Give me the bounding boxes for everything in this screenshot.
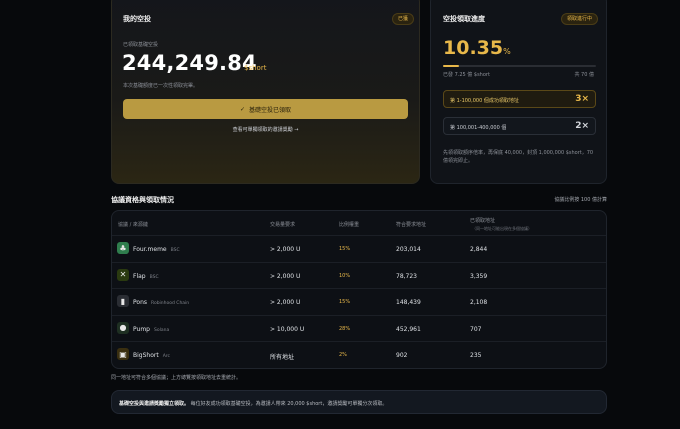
protocol-table: 協議 / 來源鏈 交易量要求 比例權重 符合要求地址 已領取地址 （同一地址可能… [111, 210, 607, 369]
bottom-info-banner: 基礎空投與邀請獎勵獨立領取。 每位好友成功領取基礎空投，為邀請人帶來 20,00… [111, 390, 607, 414]
airdrop-amount: 244,249.84 [122, 51, 257, 75]
check-icon: ✓ [239, 105, 245, 113]
volume-requirement: > 2,000 U [270, 272, 301, 280]
claimed-count: 2,844 [470, 246, 488, 253]
protocol-name: Flap BSC [133, 272, 159, 280]
protocol-name: Pump Solana [133, 325, 170, 333]
protocol-name: Four.meme BSC [133, 246, 180, 253]
pons-icon: ▮ [117, 295, 129, 307]
invite-rewards-link[interactable]: 查看可單獨領取的邀請獎勵 → [112, 126, 419, 133]
progress-bar-fill [443, 65, 459, 67]
bottom-info-bold: 基礎空投與邀請獎勵獨立領取。 [119, 401, 190, 407]
table-row: ✕ Flap BSC > 2,000 U 10% 78,723 3,359 [112, 261, 606, 288]
protocol-chain: BSC [170, 248, 180, 253]
arrow-right-icon: → [294, 127, 299, 133]
airdrop-title: 我的空投 [123, 15, 151, 23]
claimed-label: 已領取基礎空投 [123, 42, 159, 48]
claimed-button[interactable]: ✓ 基礎空投已領取 [123, 99, 408, 119]
airdrop-status-badge: 已獲 [392, 13, 415, 25]
airdrop-unit: $short [244, 64, 267, 72]
airdrop-note: 本次基礎額度已一次性領取完畢。 [123, 83, 199, 89]
progress-bar [443, 65, 596, 67]
protocol-chain: Solana [153, 327, 170, 333]
volume-requirement: 所有地址 [270, 354, 295, 361]
tier-2-multiplier: 2× [575, 121, 589, 131]
invite-link-label: 查看可單獨領取的邀請獎勵 [232, 127, 293, 133]
table-row: ♣ Four.meme BSC > 2,000 U 15% 203,014 2,844 [112, 235, 606, 261]
protocol-chain: BSC [149, 274, 159, 280]
progress-note: 先領領取額序倍率，再保底 40,000，封頂 1,000,000 $short，… [443, 150, 594, 164]
weight: 28% [339, 325, 351, 332]
claimed-count: 3,359 [470, 272, 488, 280]
tier-1-label: 第 1-100,000 個成功領取地址 [450, 98, 519, 104]
tier-1: 第 1-100,000 個成功領取地址 3× [443, 90, 596, 108]
tier-1-multiplier: 3× [575, 94, 589, 104]
protocol-chain: Arc [162, 354, 171, 359]
header-protocol: 協議 / 來源鏈 [118, 222, 148, 228]
progress-percent-value: 10.35 [443, 37, 504, 59]
progress-percent: 10.35% [443, 37, 511, 59]
my-airdrop-card: 我的空投 已獲 已領取基礎空投 244,249.84 $short 本次基礎額度… [111, 0, 420, 184]
protocol-name: BigShort Arc [133, 352, 171, 359]
tier-2-label: 第 100,001-400,000 個 [450, 125, 507, 131]
weight: 2% [339, 352, 347, 358]
eligible-count: 902 [396, 352, 408, 359]
progress-total-text: 共 70 億 [574, 72, 594, 78]
bottom-info-text: 基礎空投與邀請獎勵獨立領取。 每位好友成功領取基礎空投，為邀請人帶來 20,00… [119, 400, 387, 407]
volume-requirement: > 2,000 U [270, 299, 301, 306]
section-ratio-note: 協議比例按 100 億計算 [554, 197, 607, 203]
frog-icon: ♣ [117, 242, 129, 254]
header-volume-requirement: 交易量要求 [270, 222, 296, 228]
claimed-button-label: 基礎空投已領取 [249, 106, 292, 114]
volume-requirement: > 2,000 U [270, 246, 301, 253]
table-row: ▣ BigShort Arc 所有地址 2% 902 235 [112, 341, 606, 367]
claim-progress-card: 空投領取進度 領取進行中 10.35% 已發 7.25 億 $short 共 7… [430, 0, 607, 184]
pill-icon: ● [117, 321, 129, 334]
claimed-count: 235 [470, 352, 482, 359]
header-weight: 比例權重 [339, 222, 360, 228]
header-claimed: 已領取地址 [470, 218, 496, 224]
tier-2: 第 100,001-400,000 個 2× [443, 117, 596, 135]
volume-requirement: > 10,000 U [270, 325, 305, 333]
eligible-count: 148,439 [396, 299, 421, 306]
weight: 15% [339, 246, 351, 252]
section-title: 協議資格與領取情況 [111, 196, 174, 204]
bigshort-icon: ▣ [117, 348, 129, 360]
progress-status-badge: 領取進行中 [561, 13, 599, 25]
weight: 15% [339, 299, 351, 305]
weight: 10% [339, 272, 351, 279]
header-eligible: 符合要求地址 [396, 222, 427, 228]
bottom-info-body: 每位好友成功領取基礎空投，為邀請人帶來 20,000 $short，邀請獎勵可單… [190, 401, 388, 407]
eligible-count: 452,961 [396, 325, 421, 333]
progress-title: 空投領取進度 [443, 15, 485, 23]
header-claimed-sub: （同一地址可能出現在多個協議） [472, 226, 532, 231]
protocol-chain: Robinhood Chain [151, 301, 190, 306]
progress-claimed-text: 已發 7.25 億 $short [443, 72, 490, 78]
footnote: 同一地址可符合多個協議；上方總覽按領取地址去重統計。 [111, 375, 242, 381]
table-row: ● Pump Solana > 10,000 U 28% 452,961 707 [112, 314, 606, 341]
claimed-count: 2,108 [470, 299, 488, 306]
eligible-count: 203,014 [396, 246, 421, 253]
eligible-count: 78,723 [396, 272, 417, 280]
table-row: ▮ Pons Robinhood Chain > 2,000 U 15% 148,439 2… [112, 288, 606, 314]
flap-icon: ✕ [117, 268, 129, 281]
protocol-name: Pons Robinhood Chain [133, 299, 190, 306]
claimed-count: 707 [470, 325, 482, 333]
progress-percent-sign: % [503, 47, 511, 56]
